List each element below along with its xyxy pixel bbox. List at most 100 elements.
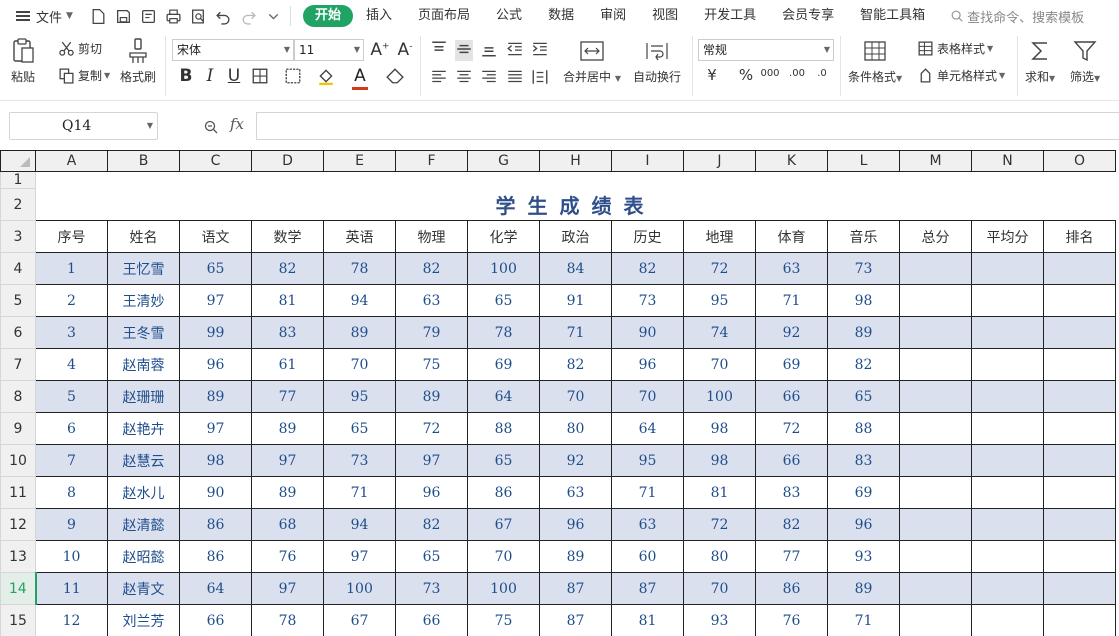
tab-review[interactable]: 审阅 xyxy=(587,5,639,27)
italic-icon[interactable]: I xyxy=(200,66,220,86)
decrease-indent-icon[interactable] xyxy=(506,40,524,61)
table-cell[interactable] xyxy=(1043,412,1116,445)
align-right-icon[interactable] xyxy=(480,68,498,89)
table-cell[interactable]: 100 xyxy=(323,572,396,605)
table-cell[interactable] xyxy=(1043,348,1116,381)
table-cell[interactable]: 83 xyxy=(251,316,324,349)
table-cell[interactable]: 11 xyxy=(35,572,108,605)
row-header-6[interactable]: 6 xyxy=(0,316,36,349)
customize-toolbar-icon[interactable] xyxy=(263,6,284,27)
zoom-icon[interactable] xyxy=(203,119,219,138)
table-cell[interactable] xyxy=(971,476,1044,509)
table-cell[interactable]: 89 xyxy=(323,316,396,349)
table-cell[interactable]: 65 xyxy=(179,252,252,285)
table-cell[interactable]: 83 xyxy=(755,476,828,509)
column-header-f[interactable]: F xyxy=(395,150,468,172)
table-header-cell[interactable]: 语文 xyxy=(179,220,252,253)
table-cell[interactable] xyxy=(899,540,972,573)
table-cell[interactable]: 86 xyxy=(179,508,252,541)
table-cell[interactable]: 80 xyxy=(539,412,612,445)
table-cell[interactable]: 98 xyxy=(827,284,900,317)
table-cell[interactable]: 63 xyxy=(395,284,468,317)
table-cell[interactable]: 70 xyxy=(683,348,756,381)
table-cell[interactable]: 71 xyxy=(755,284,828,317)
table-cell[interactable] xyxy=(971,348,1044,381)
tab-formulas[interactable]: 公式 xyxy=(483,5,535,27)
table-header-cell[interactable]: 姓名 xyxy=(107,220,180,253)
table-cell[interactable]: 67 xyxy=(467,508,540,541)
table-cell[interactable]: 86 xyxy=(467,476,540,509)
table-header-cell[interactable]: 化学 xyxy=(467,220,540,253)
column-header-d[interactable]: D xyxy=(251,150,324,172)
table-cell[interactable] xyxy=(899,412,972,445)
table-cell[interactable]: 64 xyxy=(611,412,684,445)
table-cell[interactable]: 8 xyxy=(35,476,108,509)
justify-icon[interactable] xyxy=(506,68,524,89)
table-cell[interactable]: 89 xyxy=(827,316,900,349)
table-cell[interactable]: 71 xyxy=(539,316,612,349)
table-cell[interactable]: 95 xyxy=(323,380,396,413)
table-cell[interactable]: 73 xyxy=(827,252,900,285)
row-header-14[interactable]: 14 xyxy=(0,572,37,605)
table-cell[interactable]: 94 xyxy=(323,508,396,541)
table-cell[interactable]: 89 xyxy=(827,572,900,605)
number-format-select[interactable]: 常规 ▼ xyxy=(698,39,834,61)
tab-developer[interactable]: 开发工具 xyxy=(691,5,769,27)
table-cell[interactable]: 65 xyxy=(323,412,396,445)
table-cell[interactable] xyxy=(1043,476,1116,509)
table-header-cell[interactable]: 体育 xyxy=(755,220,828,253)
fill-pattern-icon[interactable] xyxy=(284,67,302,88)
table-header-cell[interactable]: 排名 xyxy=(1043,220,1116,253)
table-cell[interactable]: 70 xyxy=(611,380,684,413)
table-cell[interactable]: 赵慧云 xyxy=(107,444,180,477)
table-cell[interactable]: 96 xyxy=(827,508,900,541)
table-cell[interactable]: 64 xyxy=(467,380,540,413)
paste-button[interactable]: 粘贴 xyxy=(10,37,36,85)
table-cell[interactable]: 96 xyxy=(611,348,684,381)
table-cell[interactable]: 74 xyxy=(683,316,756,349)
table-cell[interactable]: 97 xyxy=(395,444,468,477)
sheet-title[interactable]: 学生成绩表 xyxy=(35,188,1116,221)
table-cell[interactable]: 89 xyxy=(251,412,324,445)
align-bottom-icon[interactable] xyxy=(480,40,498,61)
table-cell[interactable]: 100 xyxy=(467,252,540,285)
table-style-button[interactable]: 表格样式 ▼ xyxy=(917,40,993,57)
table-cell[interactable]: 60 xyxy=(611,540,684,573)
table-cell[interactable] xyxy=(971,316,1044,349)
table-cell[interactable] xyxy=(899,604,972,636)
table-cell[interactable] xyxy=(1043,572,1116,605)
increase-font-icon[interactable]: A+ xyxy=(370,40,390,60)
autosum-button[interactable]: 求和▼ xyxy=(1025,40,1055,85)
table-cell[interactable]: 63 xyxy=(539,476,612,509)
table-cell[interactable]: 66 xyxy=(395,604,468,636)
table-cell[interactable]: 81 xyxy=(683,476,756,509)
table-cell[interactable]: 100 xyxy=(467,572,540,605)
table-cell[interactable] xyxy=(899,444,972,477)
table-cell[interactable] xyxy=(1043,604,1116,636)
table-cell[interactable]: 79 xyxy=(395,316,468,349)
table-cell[interactable] xyxy=(899,252,972,285)
tab-data[interactable]: 数据 xyxy=(535,5,587,27)
cell-style-button[interactable]: 单元格样式 ▼ xyxy=(917,67,1005,84)
row-header-5[interactable]: 5 xyxy=(0,284,36,317)
table-cell[interactable]: 77 xyxy=(251,380,324,413)
table-cell[interactable]: 3 xyxy=(35,316,108,349)
conditional-format-button[interactable]: 条件格式▼ xyxy=(848,40,902,85)
font-name-select[interactable]: 宋体 ▼ xyxy=(172,39,294,61)
table-cell[interactable]: 赵水儿 xyxy=(107,476,180,509)
column-header-h[interactable]: H xyxy=(539,150,612,172)
table-cell[interactable]: 97 xyxy=(251,572,324,605)
tab-home[interactable]: 开始 xyxy=(303,5,354,27)
table-cell[interactable] xyxy=(1043,540,1116,573)
formula-input[interactable] xyxy=(256,112,1119,140)
table-cell[interactable]: 88 xyxy=(467,412,540,445)
table-cell[interactable]: 87 xyxy=(539,572,612,605)
table-cell[interactable]: 71 xyxy=(611,476,684,509)
table-cell[interactable] xyxy=(971,572,1044,605)
table-cell[interactable]: 76 xyxy=(251,540,324,573)
table-header-cell[interactable]: 序号 xyxy=(35,220,108,253)
save-icon[interactable] xyxy=(113,6,134,27)
column-header-n[interactable]: N xyxy=(971,150,1044,172)
decrease-decimal-icon[interactable]: .0 xyxy=(812,68,832,79)
table-cell[interactable] xyxy=(971,540,1044,573)
